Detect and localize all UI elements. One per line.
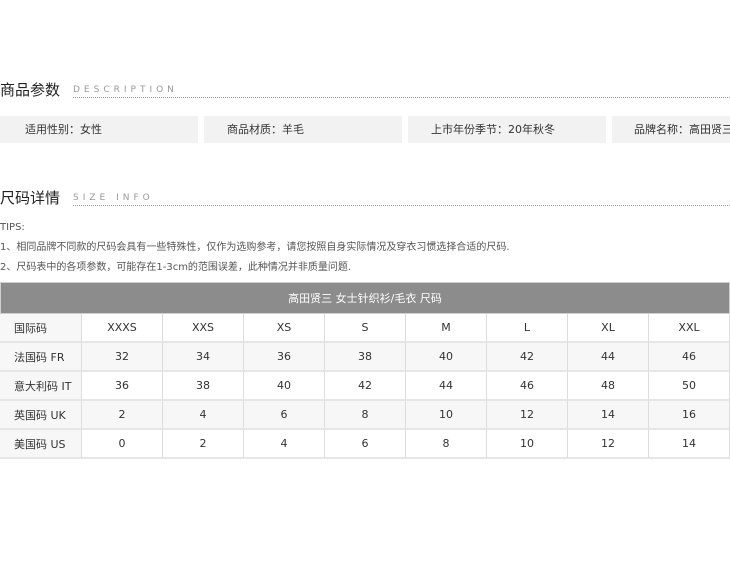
params-section-header: 商品参数 DESCRIPTION: [0, 80, 730, 102]
attribute-gender-text: 适用性别：女性: [25, 123, 102, 136]
table-cell: 2: [163, 430, 244, 459]
table-cell: S: [325, 314, 406, 343]
table-cell: 46: [487, 372, 568, 401]
table-row-label: 法国码 FR: [0, 343, 82, 372]
attribute-brand: 品牌名称：高田贤三: [612, 116, 730, 143]
table-cell: XXL: [649, 314, 730, 343]
size-section-subtitle: SIZE INFO: [73, 193, 154, 203]
tips-heading: TIPS:: [0, 222, 25, 233]
table-cell: 44: [406, 372, 487, 401]
size-table: 高田贤三 女士针织衫/毛衣 尺码 国际码 XXXS XXS XS S M L XL XXL 法国码…: [0, 282, 730, 459]
table-cell: 0: [82, 430, 163, 459]
table-cell: 12: [568, 430, 649, 459]
product-attributes: 适用性别：女性 商品材质：羊毛 上市年份季节：20年秋冬 品牌名称：高田贤三: [0, 116, 730, 143]
table-cell: 46: [649, 343, 730, 372]
table-cell: 14: [649, 430, 730, 459]
table-cell: 6: [244, 401, 325, 430]
table-cell: 50: [649, 372, 730, 401]
table-cell: 40: [406, 343, 487, 372]
table-cell: 14: [568, 401, 649, 430]
size-table-caption: 高田贤三 女士针织衫/毛衣 尺码: [0, 282, 730, 314]
table-cell: XXS: [163, 314, 244, 343]
table-row-label: 国际码: [0, 314, 82, 343]
table-cell: 38: [163, 372, 244, 401]
attribute-season: 上市年份季节：20年秋冬: [408, 116, 606, 143]
table-cell: XS: [244, 314, 325, 343]
table-cell: 2: [82, 401, 163, 430]
table-cell: 8: [325, 401, 406, 430]
table-cell: 48: [568, 372, 649, 401]
table-cell: 4: [244, 430, 325, 459]
tips-line-1: 1、相同品牌不同款的尺码会具有一些特殊性，仅作为选购参考，请您按照自身实际情况及…: [0, 242, 510, 253]
table-row: 意大利码 IT 36 38 40 42 44 46 48 50: [0, 372, 730, 401]
table-cell: 36: [244, 343, 325, 372]
attribute-brand-text: 品牌名称：高田贤三: [634, 123, 730, 136]
table-cell: 44: [568, 343, 649, 372]
table-cell: 32: [82, 343, 163, 372]
table-cell: 6: [325, 430, 406, 459]
table-cell: 8: [406, 430, 487, 459]
table-cell: L: [487, 314, 568, 343]
table-row-label: 英国码 UK: [0, 401, 82, 430]
table-cell: 34: [163, 343, 244, 372]
size-section-divider: [73, 205, 730, 206]
params-section-divider: [73, 97, 730, 98]
params-section-title: 商品参数: [0, 81, 61, 99]
table-cell: M: [406, 314, 487, 343]
params-section-subtitle: DESCRIPTION: [73, 85, 178, 95]
table-row: 国际码 XXXS XXS XS S M L XL XXL: [0, 314, 730, 343]
size-section-title: 尺码详情: [0, 189, 61, 207]
table-cell: 42: [487, 343, 568, 372]
attribute-season-text: 上市年份季节：20年秋冬: [431, 123, 555, 136]
table-row: 美国码 US 0 2 4 6 8 10 12 14: [0, 430, 730, 459]
table-cell: 38: [325, 343, 406, 372]
attribute-gender: 适用性别：女性: [0, 116, 198, 143]
table-cell: 16: [649, 401, 730, 430]
table-cell: 10: [487, 430, 568, 459]
table-row-label: 美国码 US: [0, 430, 82, 459]
attribute-material: 商品材质：羊毛: [204, 116, 402, 143]
table-cell: 4: [163, 401, 244, 430]
size-section-header: 尺码详情 SIZE INFO: [0, 188, 730, 210]
attribute-material-text: 商品材质：羊毛: [227, 123, 304, 136]
table-row-label: 意大利码 IT: [0, 372, 82, 401]
table-cell: 12: [487, 401, 568, 430]
table-cell: 10: [406, 401, 487, 430]
tips-line-2: 2、尺码表中的各项参数，可能存在1-3cm的范围误差，此种情况并非质量问题.: [0, 262, 352, 273]
size-table-body: 国际码 XXXS XXS XS S M L XL XXL 法国码 FR 32 34 36 38 40 42 44…: [0, 314, 730, 459]
table-cell: 40: [244, 372, 325, 401]
table-cell: XL: [568, 314, 649, 343]
table-cell: 42: [325, 372, 406, 401]
table-cell: XXXS: [82, 314, 163, 343]
table-row: 英国码 UK 2 4 6 8 10 12 14 16: [0, 401, 730, 430]
table-row: 法国码 FR 32 34 36 38 40 42 44 46: [0, 343, 730, 372]
table-cell: 36: [82, 372, 163, 401]
